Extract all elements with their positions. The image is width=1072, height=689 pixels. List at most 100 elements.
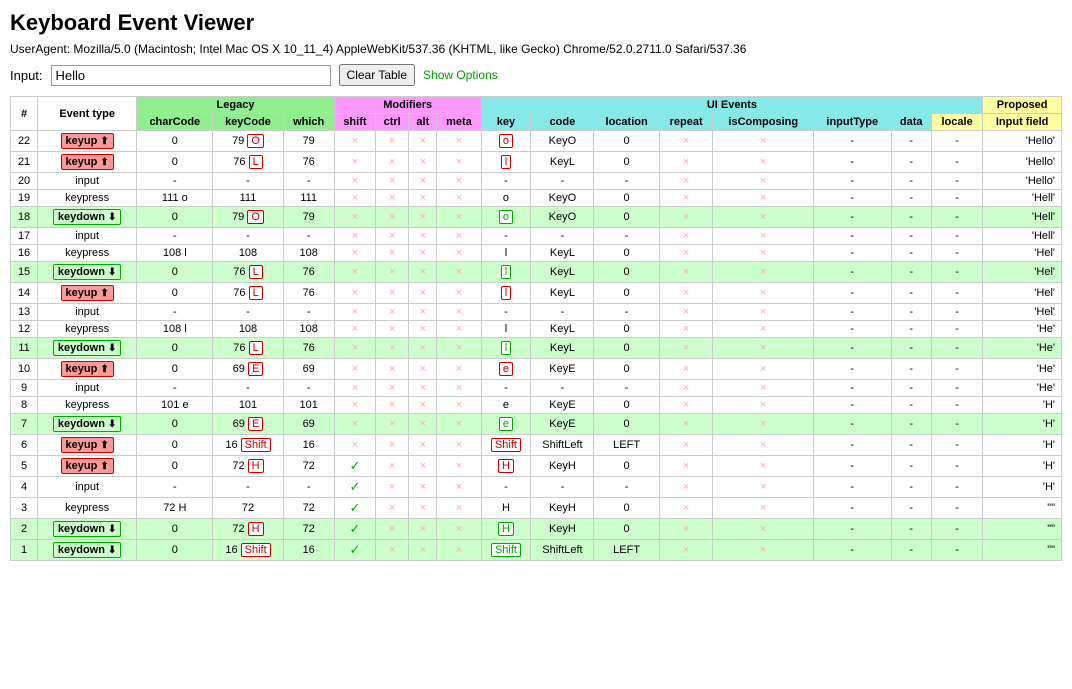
cell-num: 7 [11,414,38,435]
sub-keycode: keyCode [213,114,283,131]
cell-keycode: 76 L [213,338,283,359]
cell-alt: × [409,435,437,456]
cell-inputtype: - [813,338,891,359]
cell-location: 0 [594,283,659,304]
badge-keydown: keydown ⬇ [53,340,122,356]
cell-code: KeyL [531,321,594,338]
cell-shift: × [334,380,375,397]
cell-shift: × [334,190,375,207]
cell-key: Shift [481,435,531,456]
cell-which: 108 [283,245,334,262]
cell-charcode: 0 [137,283,213,304]
cell-iscomposing: × [713,304,813,321]
keycode-badge: O [247,134,264,148]
cell-iscomposing: × [713,173,813,190]
cell-keycode: - [213,477,283,498]
cell-meta: × [437,359,481,380]
cell-data: - [891,190,931,207]
cell-ctrl: × [376,498,409,519]
cell-alt: × [409,131,437,152]
cell-alt: × [409,414,437,435]
cell-charcode: 108 l [137,245,213,262]
cell-iscomposing: × [713,228,813,245]
cell-locale: - [931,152,982,173]
cell-meta: × [437,397,481,414]
badge-input: input [75,481,99,493]
col-header-event-type: Event type [38,97,137,131]
cell-keycode: 72 H [213,519,283,540]
sub-inputfield: Input field [983,114,1062,131]
cell-shift: ✓ [334,477,375,498]
show-options-link[interactable]: Show Options [423,68,498,82]
cell-locale: - [931,283,982,304]
cell-keycode: 72 H [213,456,283,477]
cell-shift: × [334,207,375,228]
col-header-num: # [11,97,38,131]
cell-input-field: 'Hello' [983,152,1062,173]
cell-location: 0 [594,245,659,262]
cell-code: KeyO [531,207,594,228]
cell-which: 72 [283,456,334,477]
cell-ctrl: × [376,397,409,414]
cell-code: KeyH [531,456,594,477]
cell-meta: × [437,321,481,338]
cell-event-type: keypress [38,321,137,338]
cell-code: KeyO [531,190,594,207]
cell-locale: - [931,359,982,380]
cell-charcode: - [137,477,213,498]
cell-code: KeyH [531,519,594,540]
cell-code: - [531,477,594,498]
cell-location: 0 [594,338,659,359]
cell-alt: × [409,380,437,397]
cell-shift: × [334,304,375,321]
table-row: 17input---××××---××---'Hell' [11,228,1062,245]
cell-which: 76 [283,152,334,173]
keycode-badge: E [248,417,263,431]
table-row: 11keydown ⬇076 L76××××lKeyL0××---'He' [11,338,1062,359]
cell-locale: - [931,435,982,456]
cell-repeat: × [659,477,713,498]
table-row: 22keyup ⬆079 O79××××oKeyO0××---'Hello' [11,131,1062,152]
cell-event-type: keydown ⬇ [38,338,137,359]
cell-repeat: × [659,152,713,173]
cell-charcode: 0 [137,414,213,435]
sub-location: location [594,114,659,131]
cell-input-field: 'Hell' [983,190,1062,207]
cell-location: - [594,477,659,498]
cell-locale: - [931,245,982,262]
cell-key: H [481,519,531,540]
cell-event-type: input [38,173,137,190]
cell-alt: × [409,245,437,262]
clear-table-button[interactable]: Clear Table [339,64,415,86]
cell-locale: - [931,228,982,245]
cell-iscomposing: × [713,414,813,435]
cell-input-field: 'H' [983,414,1062,435]
cell-locale: - [931,190,982,207]
cell-num: 2 [11,519,38,540]
cell-meta: × [437,519,481,540]
cell-location: 0 [594,498,659,519]
cell-inputtype: - [813,245,891,262]
cell-inputtype: - [813,435,891,456]
cell-input-field: 'Hello' [983,131,1062,152]
badge-keypress: keypress [65,247,109,259]
badge-keyup: keyup ⬆ [61,437,114,453]
cell-ctrl: × [376,283,409,304]
cell-locale: - [931,321,982,338]
cell-ctrl: × [376,519,409,540]
cell-repeat: × [659,498,713,519]
cell-alt: × [409,304,437,321]
cell-inputtype: - [813,173,891,190]
cell-num: 18 [11,207,38,228]
cell-locale: - [931,397,982,414]
cell-which: 72 [283,498,334,519]
keyboard-input[interactable] [51,65,331,86]
cell-event-type: keyup ⬆ [38,131,137,152]
cell-ctrl: × [376,435,409,456]
cell-which: 69 [283,414,334,435]
cell-num: 11 [11,338,38,359]
cell-charcode: 0 [137,435,213,456]
cell-ctrl: × [376,321,409,338]
cell-shift: ✓ [334,519,375,540]
cell-locale: - [931,304,982,321]
